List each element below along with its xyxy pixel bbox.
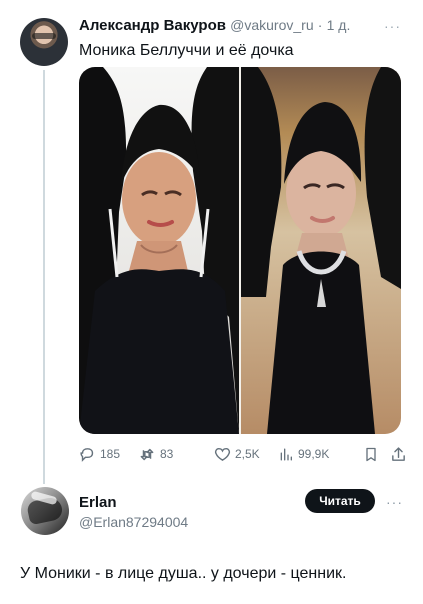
tweet-header: Александр Вакуров @vakurov_ru · 1 д. [79,17,399,37]
tweet: Александр Вакуров @vakurov_ru · 1 д. ···… [0,0,423,484]
share-icon [390,446,407,463]
author-avatar[interactable] [20,18,68,66]
more-options-icon[interactable]: ··· [384,18,401,34]
photo-right-illustration [241,67,401,434]
like-action[interactable]: 2,5K [214,444,260,464]
reply-more-options-icon[interactable]: ··· [386,494,403,510]
tweet-media[interactable] [79,67,401,434]
reply-count: 185 [100,447,121,461]
thread-line [43,70,45,484]
retweet-icon [138,446,156,463]
reply-text: У Моники - в лице душа.. у дочери - ценн… [20,565,347,582]
like-count: 2,5K [235,447,260,461]
tweet-actions: 185 83 2,5K 99,9K [79,444,409,464]
reply-author-avatar[interactable] [21,487,69,535]
view-count: 99,9K [298,447,330,461]
heart-icon [214,446,231,463]
photo-right[interactable] [241,67,401,434]
read-button[interactable]: Читать [305,489,375,513]
separator-dot: · [317,17,323,33]
photo-left-illustration [79,67,239,434]
reply-tweet: Erlan @Erlan87294004 Читать ··· У Моники… [0,470,423,604]
views-action[interactable]: 99,9K [278,444,329,464]
tweet-time[interactable]: 1 д. [327,17,351,33]
bookmark-action[interactable] [363,444,379,464]
share-action[interactable] [390,444,407,464]
reply-icon [79,446,96,463]
tweet-text: Моника Беллуччи и её дочка [79,42,294,59]
retweet-action[interactable]: 83 [138,444,173,464]
author-handle[interactable]: @vakurov_ru [230,17,313,33]
reply-author-name[interactable]: Erlan [79,494,117,511]
reply-author-handle[interactable]: @Erlan87294004 [79,514,188,530]
photo-left[interactable] [79,67,239,434]
author-name[interactable]: Александр Вакуров [79,17,226,34]
bookmark-icon [363,446,379,463]
views-icon [278,446,294,463]
retweet-count: 83 [160,447,174,461]
reply-action[interactable]: 185 [79,444,120,464]
